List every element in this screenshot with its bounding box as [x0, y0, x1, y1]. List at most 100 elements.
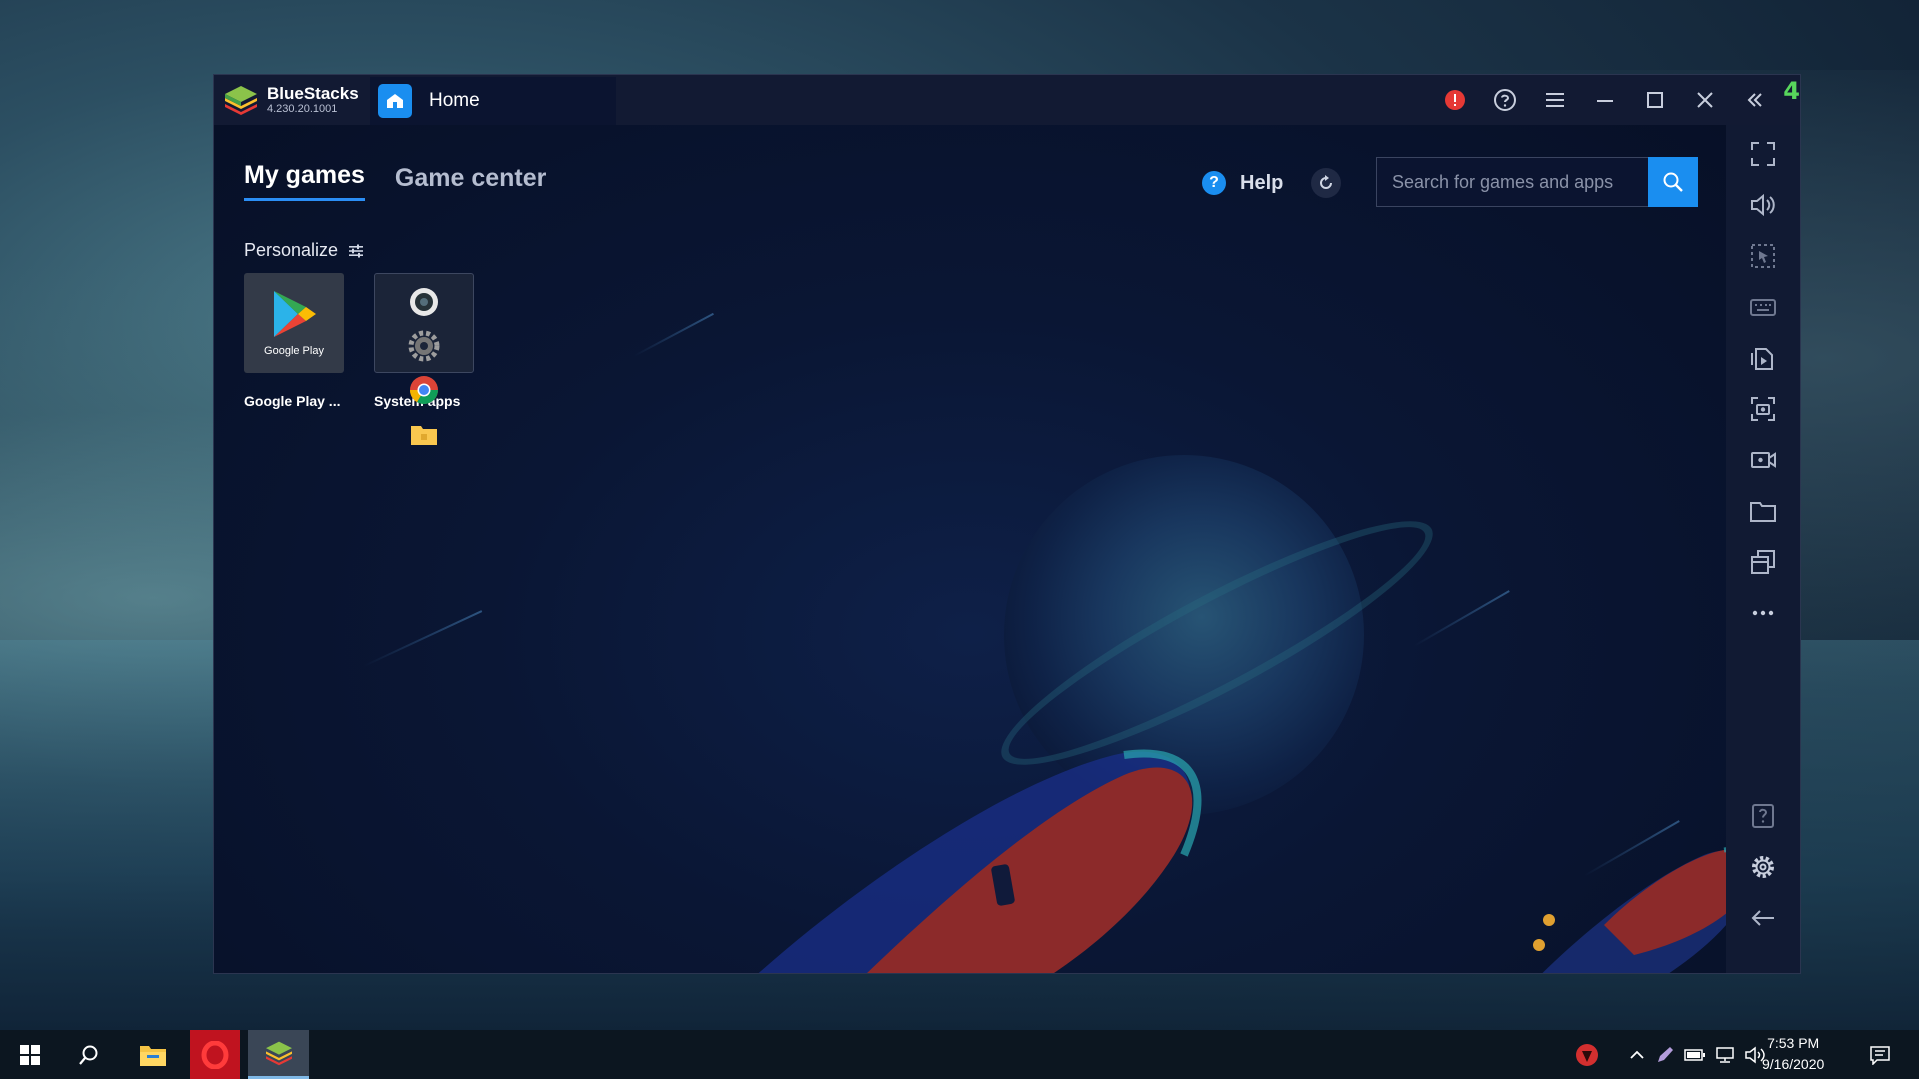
show-hidden-icons-button[interactable] [1624, 1050, 1650, 1060]
multi-instance-button[interactable] [1726, 537, 1800, 587]
personalize-button[interactable]: Personalize [244, 240, 364, 261]
bluestacks-window: BlueStacks 4.230.20.1001 Home 4 My games… [213, 74, 1801, 974]
taskbar-bluestacks[interactable] [248, 1030, 309, 1079]
opera-icon [201, 1040, 229, 1069]
menu-button[interactable] [1530, 75, 1580, 125]
search-button[interactable] [1648, 157, 1698, 207]
help-label: Help [1240, 171, 1284, 194]
app-grid: Google Play Google Play ... System apps [244, 273, 504, 445]
help-button[interactable] [1480, 75, 1530, 125]
google-play-tile[interactable]: Google Play [244, 273, 344, 373]
collapse-sidebar-button[interactable] [1730, 75, 1780, 125]
minimize-button[interactable] [1580, 75, 1630, 125]
folder-button[interactable] [1726, 486, 1800, 536]
app-google-play[interactable]: Google Play Google Play ... [244, 273, 354, 409]
install-apk-icon [1751, 348, 1773, 370]
taskbar-clock[interactable]: 7:53 PM 9/16/2020 [1762, 1033, 1824, 1075]
network-icon [1716, 1046, 1734, 1063]
more-button[interactable] [1726, 588, 1800, 638]
decorative-spaceship-small [1533, 847, 1726, 973]
minimize-icon [1597, 100, 1613, 102]
personalize-label: Personalize [244, 240, 339, 260]
volume-button[interactable] [1726, 180, 1800, 230]
version-mark: 4 [1783, 77, 1800, 105]
brand: BlueStacks 4.230.20.1001 [223, 81, 359, 119]
right-sidebar [1726, 125, 1800, 973]
sidebar-help-button[interactable] [1726, 791, 1800, 841]
close-icon [1697, 92, 1713, 108]
help-link[interactable]: ? Help [1202, 168, 1342, 198]
decorative-streak [633, 312, 714, 357]
network-button[interactable] [1710, 1046, 1740, 1064]
fullscreen-button[interactable] [1726, 129, 1800, 179]
antivirus-icon [1576, 1043, 1598, 1066]
taskbar-file-explorer[interactable] [128, 1030, 178, 1079]
app-name: BlueStacks [267, 84, 359, 103]
system-tray [1572, 1030, 1770, 1079]
clock-date: 9/16/2020 [1762, 1056, 1825, 1072]
tray-pen-button[interactable] [1650, 1045, 1680, 1065]
app-version: 4.230.20.1001 [267, 103, 338, 115]
app-system-apps[interactable]: System apps [374, 273, 484, 445]
alert-button[interactable] [1430, 75, 1480, 125]
search-icon [1663, 172, 1683, 192]
refresh-button[interactable] [1311, 168, 1342, 198]
pointer-select-icon [1751, 244, 1775, 268]
help-question-icon: ? [1202, 171, 1226, 195]
file-manager-icon [411, 426, 437, 445]
keyboard-button[interactable] [1726, 282, 1800, 332]
pointer-select-button[interactable] [1726, 231, 1800, 281]
settings-icon [1752, 856, 1774, 878]
sliders-icon [349, 244, 364, 257]
refresh-icon [1320, 175, 1333, 189]
content-tabs: My games Game center [244, 161, 576, 201]
decorative-streak [1413, 590, 1510, 647]
more-icon [1752, 610, 1774, 616]
menu-icon [1546, 93, 1564, 107]
tray-antivirus-button[interactable] [1572, 1043, 1602, 1067]
maximize-button[interactable] [1630, 75, 1680, 125]
screenshot-button[interactable] [1726, 384, 1800, 434]
back-button[interactable] [1726, 893, 1800, 943]
settings-gear-icon [408, 330, 440, 362]
app-label: Google Play ... [244, 393, 341, 409]
record-video-button[interactable] [1726, 435, 1800, 485]
decorative-streak [363, 610, 483, 667]
home-content: My games Game center ? Help Personalize [214, 125, 1726, 973]
help-circle-icon [1494, 89, 1516, 111]
clock-time: 7:53 PM [1767, 1035, 1820, 1051]
decorative-spaceship [758, 749, 1202, 973]
battery-button[interactable] [1680, 1048, 1710, 1062]
chevron-up-icon [1630, 1050, 1644, 1059]
google-play-icon [274, 291, 316, 337]
camera-icon [410, 288, 438, 316]
window-controls [1430, 75, 1780, 125]
pen-icon [1658, 1046, 1673, 1062]
tab-my-games[interactable]: My games [244, 161, 365, 201]
battery-icon [1684, 1048, 1705, 1061]
notification-icon [1870, 1045, 1890, 1065]
search-icon [79, 1045, 98, 1065]
volume-icon [1751, 193, 1775, 217]
settings-button[interactable] [1726, 842, 1800, 892]
screenshot-icon [1751, 397, 1775, 421]
tab-home[interactable]: Home [370, 77, 616, 125]
install-apk-button[interactable] [1726, 333, 1800, 383]
file-explorer-icon [140, 1045, 166, 1066]
system-apps-tile[interactable] [374, 273, 474, 445]
alert-icon [1445, 90, 1465, 110]
home-icon [378, 84, 412, 118]
start-button[interactable] [8, 1030, 52, 1079]
help-icon [1752, 804, 1774, 828]
google-play-tile-text: Google Play [264, 345, 324, 357]
notifications-button[interactable] [1858, 1030, 1902, 1079]
multi-instance-icon [1751, 550, 1775, 574]
close-button[interactable] [1680, 75, 1730, 125]
fullscreen-icon [1751, 142, 1775, 166]
taskbar-opera[interactable] [190, 1030, 240, 1079]
taskbar: 7:53 PM 9/16/2020 [0, 1030, 1919, 1079]
search-input[interactable] [1377, 158, 1648, 206]
tab-game-center[interactable]: Game center [395, 164, 546, 201]
taskbar-search-button[interactable] [66, 1030, 112, 1079]
bluestacks-logo-icon [225, 86, 257, 115]
